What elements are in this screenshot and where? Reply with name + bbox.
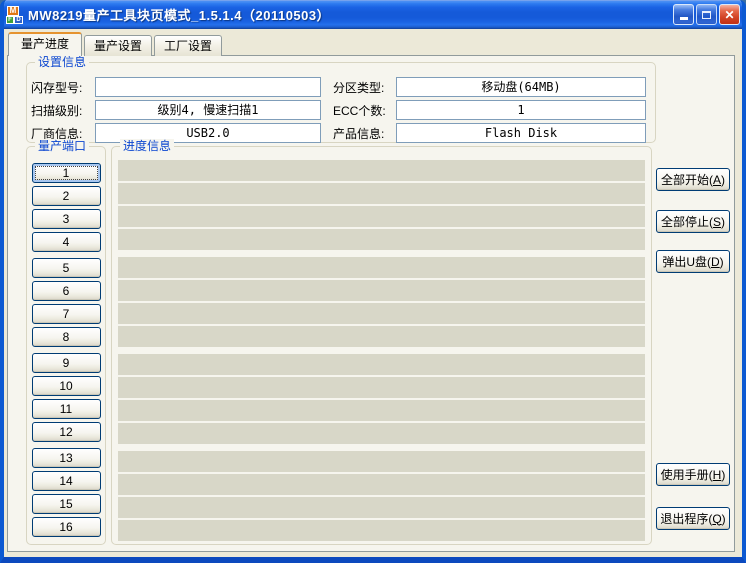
port-button-16[interactable]: 16: [32, 517, 101, 537]
eject-usb-label: 弹出U盘(: [662, 255, 711, 269]
exit-program-button[interactable]: 退出程序(Q): [656, 507, 730, 530]
window-controls: ✕: [673, 4, 740, 25]
ports-group: 量产端口 1 2 3 4 5 6 7 8 9 10 11 12 13 14 15…: [26, 146, 106, 545]
flash-model-field[interactable]: [95, 77, 321, 97]
exit-program-hotkey: Q: [712, 512, 721, 526]
minimize-icon: [680, 17, 688, 20]
app-window: MFD MW8219量产工具块页模式_1.5.1.4（20110503） ✕ 量…: [0, 0, 746, 563]
port-button-4[interactable]: 4: [32, 232, 101, 252]
scan-level-field[interactable]: 级别4, 慢速扫描1: [95, 100, 321, 120]
user-manual-label: 使用手册(: [661, 468, 713, 482]
exit-program-label: 退出程序(: [660, 512, 712, 526]
scan-level-label: 扫描级别:: [31, 102, 95, 119]
port-button-15[interactable]: 15: [32, 494, 101, 514]
partition-type-label: 分区类型:: [333, 79, 396, 96]
eject-usb-button[interactable]: 弹出U盘(D): [656, 250, 730, 273]
maximize-button[interactable]: [696, 4, 717, 25]
progress-bar-13: [118, 451, 645, 472]
eject-usb-hotkey: D: [711, 255, 720, 269]
port-button-6[interactable]: 6: [32, 281, 101, 301]
port-button-8[interactable]: 8: [32, 327, 101, 347]
product-info-label: 产品信息:: [333, 125, 396, 142]
stop-all-hotkey: S: [713, 215, 721, 229]
port-button-13[interactable]: 13: [32, 448, 101, 468]
app-icon: MFD: [6, 6, 24, 24]
user-manual-label-suffix: ): [721, 468, 725, 482]
progress-bar-14: [118, 474, 645, 495]
port-button-14[interactable]: 14: [32, 471, 101, 491]
close-button[interactable]: ✕: [719, 4, 740, 25]
progress-bar-4: [118, 229, 645, 250]
tab-production-settings[interactable]: 量产设置: [84, 35, 152, 56]
tab-page: 设置信息 闪存型号: 分区类型: 移动盘(64MB) 扫描级别: 级别4, 慢速…: [7, 55, 735, 552]
ecc-count-label: ECC个数:: [333, 102, 396, 119]
progress-bar-9: [118, 354, 645, 375]
port-button-5[interactable]: 5: [32, 258, 101, 278]
ports-group-title: 量产端口: [35, 139, 89, 153]
port-button-10[interactable]: 10: [32, 376, 101, 396]
progress-bar-11: [118, 400, 645, 421]
product-info-field[interactable]: Flash Disk: [396, 123, 646, 143]
exit-program-label-suffix: ): [722, 512, 726, 526]
progress-bar-16: [118, 520, 645, 541]
maximize-icon: [702, 11, 711, 19]
progress-bar-8: [118, 326, 645, 347]
settings-row: 扫描级别: 级别4, 慢速扫描1 ECC个数: 1: [31, 100, 646, 120]
progress-bar-7: [118, 303, 645, 324]
progress-bar-5: [118, 257, 645, 278]
start-all-button[interactable]: 全部开始(A): [656, 168, 730, 191]
titlebar: MFD MW8219量产工具块页模式_1.5.1.4（20110503） ✕: [0, 0, 746, 29]
port-button-9[interactable]: 9: [32, 353, 101, 373]
settings-row: 闪存型号: 分区类型: 移动盘(64MB): [31, 77, 646, 97]
port-button-2[interactable]: 2: [32, 186, 101, 206]
user-manual-button[interactable]: 使用手册(H): [656, 463, 730, 486]
progress-bar-3: [118, 206, 645, 227]
port-button-3[interactable]: 3: [32, 209, 101, 229]
progress-bar-2: [118, 183, 645, 204]
progress-bar-1: [118, 160, 645, 181]
progress-group-title: 进度信息: [120, 139, 174, 153]
tab-bar: 量产进度 量产设置 工厂设置: [8, 33, 224, 56]
progress-bar-12: [118, 423, 645, 444]
start-all-hotkey: A: [713, 173, 721, 187]
minimize-button[interactable]: [673, 4, 694, 25]
stop-all-button[interactable]: 全部停止(S): [656, 210, 730, 233]
port-button-1[interactable]: 1: [32, 163, 101, 183]
port-button-7[interactable]: 7: [32, 304, 101, 324]
partition-type-field[interactable]: 移动盘(64MB): [396, 77, 646, 97]
stop-all-label-suffix: ): [721, 215, 725, 229]
ecc-count-field[interactable]: 1: [396, 100, 646, 120]
start-all-label-suffix: ): [721, 173, 725, 187]
close-icon: ✕: [724, 9, 734, 21]
progress-bar-6: [118, 280, 645, 301]
start-all-label: 全部开始(: [661, 173, 713, 187]
port-button-11[interactable]: 11: [32, 399, 101, 419]
flash-model-label: 闪存型号:: [31, 79, 95, 96]
port-button-12[interactable]: 12: [32, 422, 101, 442]
settings-group-title: 设置信息: [35, 55, 89, 69]
window-title: MW8219量产工具块页模式_1.5.1.4（20110503）: [28, 5, 673, 24]
settings-group: 设置信息 闪存型号: 分区类型: 移动盘(64MB) 扫描级别: 级别4, 慢速…: [26, 62, 656, 143]
progress-group: 进度信息: [111, 146, 652, 545]
stop-all-label: 全部停止(: [661, 215, 713, 229]
progress-bar-15: [118, 497, 645, 518]
tab-factory-settings[interactable]: 工厂设置: [154, 35, 222, 56]
progress-bar-10: [118, 377, 645, 398]
tab-production-progress[interactable]: 量产进度: [8, 32, 82, 56]
eject-usb-label-suffix: ): [720, 255, 724, 269]
